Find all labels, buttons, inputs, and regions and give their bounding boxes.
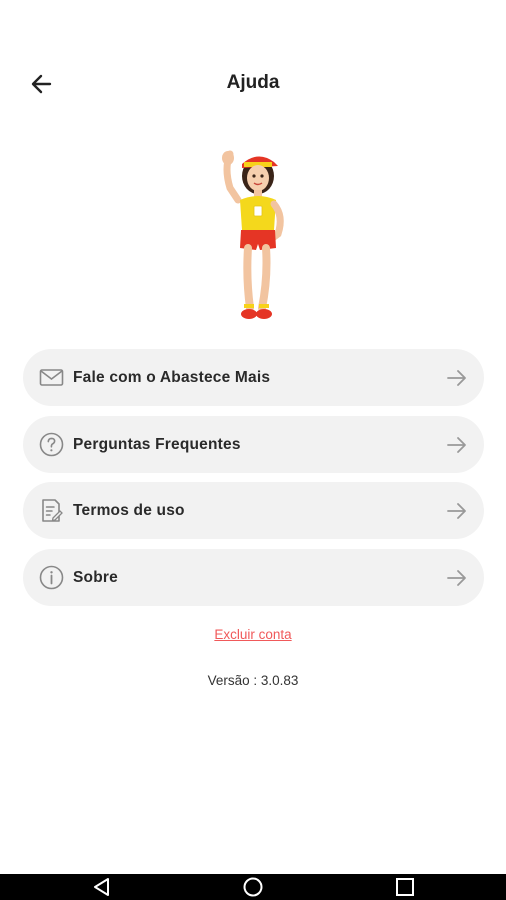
info-icon (39, 565, 64, 589)
menu-item-label: Fale com o Abastece Mais (73, 369, 271, 386)
menu-item-label: Sobre (73, 568, 118, 586)
page-title: Ajuda (226, 72, 280, 93)
recents-square-icon (396, 878, 414, 896)
menu-item-about[interactable]: Sobre (23, 548, 484, 606)
help-circle-icon (39, 432, 64, 456)
menu-item-faq[interactable]: Perguntas Frequentes (23, 415, 484, 473)
back-triangle-icon (94, 878, 109, 896)
home-circle-icon (243, 877, 263, 897)
app-version: Versão : 3.0.83 (207, 673, 299, 688)
nav-recents-button[interactable] (393, 876, 417, 898)
document-icon (42, 499, 63, 522)
delete-account-link[interactable]: Excluir conta (0, 627, 506, 642)
menu-item-label: Perguntas Frequentes (73, 435, 241, 453)
nav-back-button[interactable] (90, 876, 114, 898)
menu-item-label: Termos de uso (73, 502, 185, 519)
android-navigation-bar (0, 874, 506, 900)
arrow-right-icon (447, 370, 466, 386)
menu-item-contact[interactable]: Fale com o Abastece Mais (23, 349, 484, 406)
arrow-right-icon (447, 503, 466, 519)
arrow-right-icon (447, 569, 466, 586)
header: Ajuda (0, 58, 506, 110)
help-menu: Fale com o Abastece Mais Perguntas Frequ… (23, 349, 484, 615)
mail-icon (39, 369, 64, 386)
help-screen: Ajuda Fale com o Abastece Mais Perguntas… (0, 0, 506, 900)
mascot-illustration (208, 148, 298, 326)
arrow-right-icon (447, 436, 466, 453)
menu-item-terms[interactable]: Termos de uso (23, 482, 484, 539)
nav-home-button[interactable] (241, 876, 265, 898)
